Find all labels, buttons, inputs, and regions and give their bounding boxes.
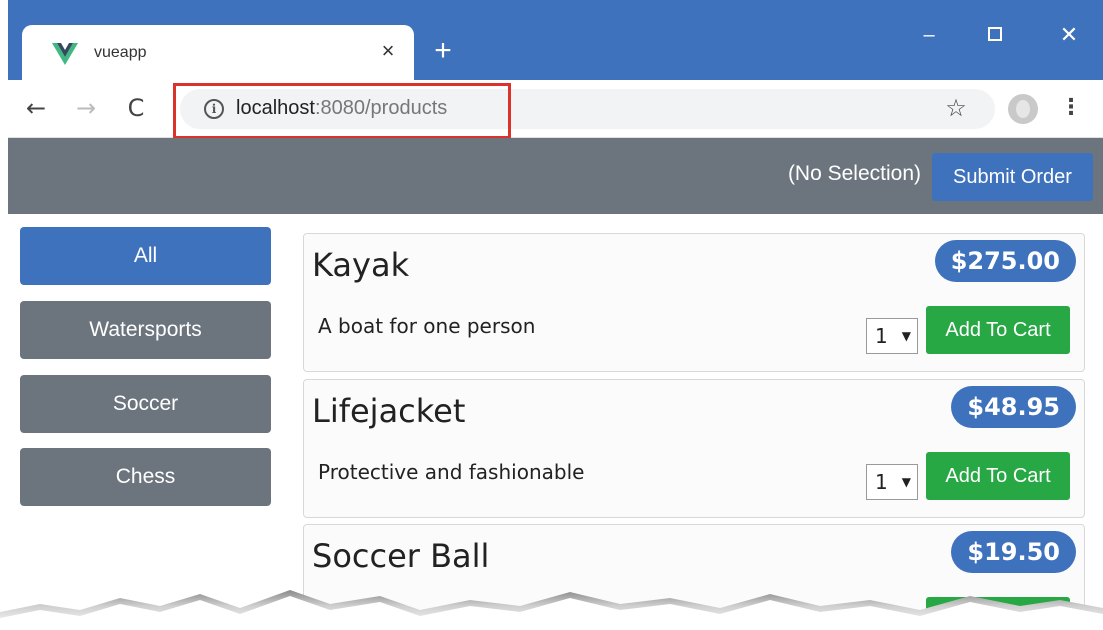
bookmark-star-icon[interactable]: ☆	[940, 92, 972, 124]
browser-tab[interactable]: vueapp ×	[22, 25, 414, 80]
minimize-icon[interactable]: –	[914, 20, 944, 50]
torn-edge-decoration	[0, 590, 1103, 630]
browser-window: vueapp × + – ✕ ← → C i localhost:8080/pr…	[8, 0, 1103, 630]
profile-avatar[interactable]	[1008, 94, 1038, 124]
category-chess-button[interactable]: Chess	[20, 448, 271, 506]
quantity-select[interactable]: 1 ▼	[866, 318, 918, 354]
product-card: Kayak $275.00 A boat for one person 1 ▼ A…	[303, 233, 1085, 372]
submit-order-button[interactable]: Submit Order	[932, 153, 1093, 201]
close-window-icon[interactable]: ✕	[1054, 20, 1084, 50]
price-badge: $48.95	[951, 386, 1076, 428]
maximize-icon[interactable]	[980, 20, 1010, 50]
category-soccer-button[interactable]: Soccer	[20, 375, 271, 433]
app-header: (No Selection) Submit Order	[8, 138, 1103, 214]
url-highlight-box	[173, 83, 511, 139]
product-card: Lifejacket $48.95 Protective and fashion…	[303, 379, 1085, 518]
product-description: A boat for one person	[318, 314, 536, 338]
tab-close-icon[interactable]: ×	[374, 37, 402, 65]
category-watersports-button[interactable]: Watersports	[20, 301, 271, 359]
add-to-cart-button[interactable]: Add To Cart	[926, 452, 1070, 500]
quantity-value: 1	[875, 324, 888, 348]
dropdown-arrow-icon: ▼	[901, 475, 911, 489]
forward-icon[interactable]: →	[70, 92, 102, 124]
dropdown-arrow-icon: ▼	[901, 329, 911, 343]
vue-logo-icon	[52, 43, 78, 65]
product-name: Lifejacket	[312, 392, 466, 430]
price-badge: $275.00	[934, 240, 1076, 282]
category-all-button[interactable]: All	[20, 227, 271, 285]
quantity-value: 1	[875, 470, 888, 494]
back-icon[interactable]: ←	[20, 92, 52, 124]
quantity-select[interactable]: 1 ▼	[866, 464, 918, 500]
add-to-cart-button[interactable]: Add To Cart	[926, 306, 1070, 354]
reload-icon[interactable]: C	[120, 92, 152, 124]
product-description: Protective and fashionable	[318, 460, 585, 484]
title-bar: vueapp × + – ✕	[8, 0, 1103, 80]
new-tab-icon[interactable]: +	[428, 36, 458, 67]
tab-title: vueapp	[94, 44, 147, 61]
product-name: Kayak	[312, 246, 410, 284]
selection-status: (No Selection)	[787, 162, 921, 185]
kebab-menu-icon[interactable]: ⋮	[1060, 92, 1082, 124]
